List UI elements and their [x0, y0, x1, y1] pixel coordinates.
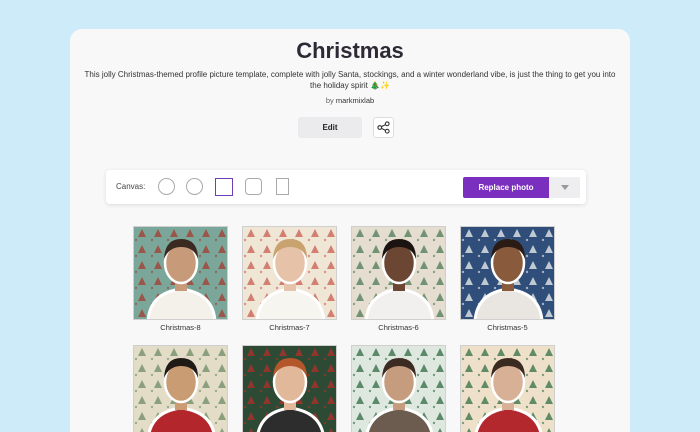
canvas-portrait-option[interactable]	[276, 178, 289, 195]
author-prefix: by	[325, 96, 334, 105]
template-card: Christmas This jolly Christmas-themed pr…	[70, 29, 630, 432]
thumbnail-caption: Christmas-5	[487, 323, 528, 332]
template-description: This jolly Christmas-themed profile pict…	[84, 70, 616, 90]
thumbnail-image	[133, 226, 228, 320]
canvas-circle-option[interactable]	[158, 178, 175, 195]
thumbnail-image	[242, 345, 337, 432]
thumbnail-caption: Christmas-6	[378, 323, 419, 332]
thumbnail-image	[460, 345, 555, 432]
template-thumbnail[interactable]: Christmas-6	[351, 226, 446, 332]
template-thumbnail[interactable]	[351, 345, 446, 432]
canvas-rounded-square-option[interactable]	[245, 178, 262, 195]
template-thumbnail[interactable]	[242, 345, 337, 432]
canvas-circle-outline-option[interactable]	[186, 178, 203, 195]
thumbnail-image	[242, 226, 337, 320]
thumbnail-caption: Christmas-7	[269, 323, 310, 332]
edit-button[interactable]: Edit	[298, 117, 362, 138]
thumbnail-image	[351, 345, 446, 432]
thumbnail-image	[460, 226, 555, 320]
share-icon	[377, 121, 390, 134]
author-name[interactable]: markmixlab	[336, 96, 374, 105]
thumbnail-caption: Christmas-8	[160, 323, 201, 332]
canvas-toolbar: Canvas: Replace photo	[106, 170, 586, 204]
template-thumbnail[interactable]: Christmas-8	[133, 226, 228, 332]
replace-photo-button[interactable]: Replace photo	[463, 177, 549, 198]
template-thumbnail[interactable]: Christmas-7	[242, 226, 337, 332]
canvas-square-option-selected[interactable]	[215, 178, 233, 196]
canvas-label: Canvas:	[116, 182, 146, 191]
author-line: by markmixlab	[70, 96, 630, 105]
thumbnail-image	[133, 345, 228, 432]
template-thumbnail[interactable]	[460, 345, 555, 432]
page-title: Christmas	[296, 38, 404, 63]
chevron-down-icon	[560, 184, 569, 190]
replace-photo-dropdown[interactable]	[549, 177, 580, 198]
template-thumbnail[interactable]: Christmas-5	[460, 226, 555, 332]
thumbnail-image	[351, 226, 446, 320]
share-button[interactable]	[373, 117, 394, 138]
template-thumbnail[interactable]	[133, 345, 228, 432]
